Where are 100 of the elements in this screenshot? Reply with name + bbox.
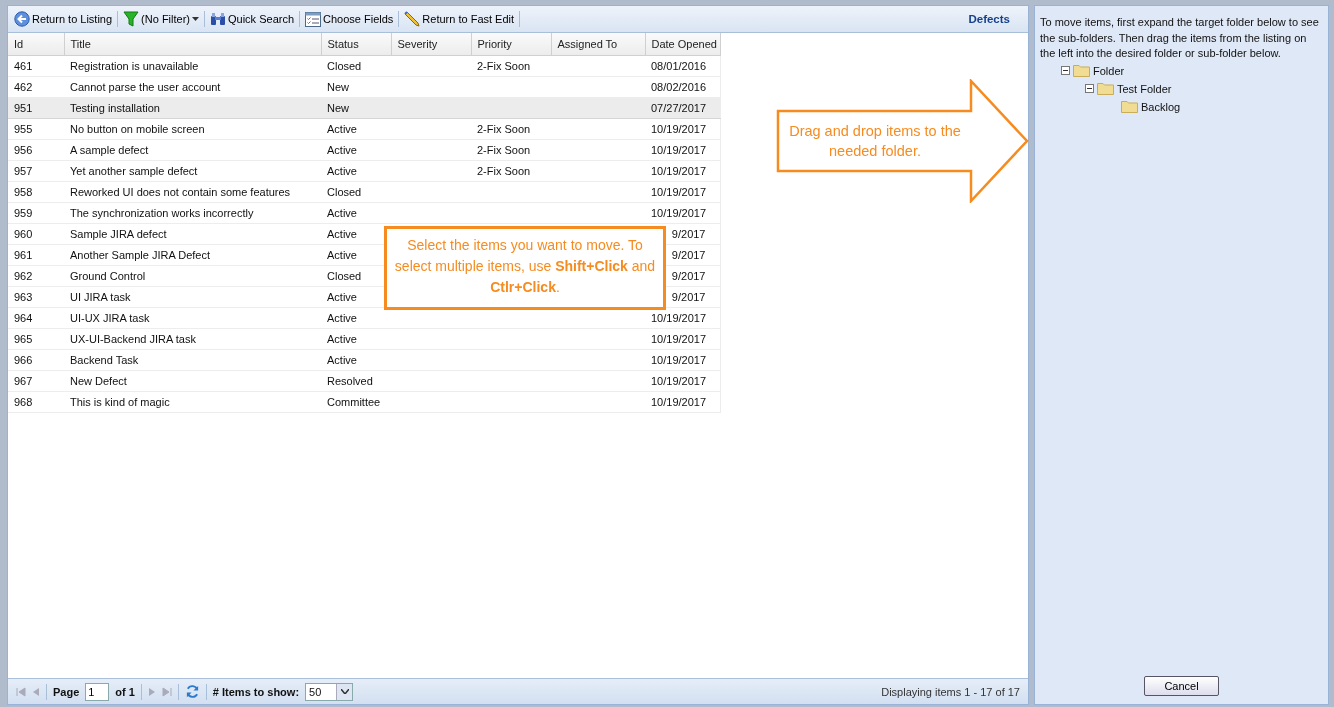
table-row[interactable]: 957 Yet another sample defect Active 2-Fix Soon 10/19/2017 <box>8 160 720 181</box>
table-cell: Sample JIRA defect <box>70 227 167 240</box>
column-header[interactable]: Date Opened <box>645 33 720 55</box>
previous-page-icon[interactable] <box>32 686 40 697</box>
toolbar-button[interactable]: Return to Fast Edit <box>402 8 517 30</box>
table-row[interactable]: 959 The synchronization works incorrectly Active 10/19/2017 <box>8 202 720 223</box>
table-cell: 960 <box>14 227 33 240</box>
toolbar-button[interactable]: Return to Listing <box>12 8 115 30</box>
table-cell: 10/19/2017 <box>651 332 707 345</box>
table-cell: 964 <box>14 311 33 324</box>
drag-hint-text: Drag and drop items to the needed folder. <box>788 122 962 161</box>
next-page-icon[interactable] <box>147 686 156 697</box>
cancel-button[interactable]: Cancel <box>1144 676 1219 696</box>
folder-label[interactable]: Test Folder <box>1117 82 1172 95</box>
table-row[interactable]: 966 Backend Task Active 10/19/2017 <box>8 349 720 370</box>
toolbar-button[interactable]: (No Filter) <box>121 8 201 30</box>
table-cell: New <box>327 80 349 93</box>
table-row[interactable]: 967 New Defect Resolved 10/19/2017 <box>8 370 720 391</box>
table-cell: 967 <box>14 374 33 387</box>
funnel-icon <box>123 11 140 27</box>
table-cell: 9/2017 <box>671 227 706 240</box>
table-cell: 08/02/2016 <box>651 80 707 93</box>
display-count: Displaying items 1 - 17 of 17 <box>881 685 1020 698</box>
pencil-icon <box>404 11 421 27</box>
table-cell: 10/19/2017 <box>651 353 707 366</box>
first-page-icon[interactable] <box>16 686 26 697</box>
table-cell: Closed <box>327 59 362 72</box>
table-cell: Yet another sample defect <box>70 164 198 177</box>
table-cell: 07/27/2017 <box>651 101 707 114</box>
folder-label[interactable]: Backlog <box>1141 100 1181 113</box>
table-cell: Resolved <box>327 374 373 387</box>
table-cell: Testing installation <box>70 101 160 114</box>
table-cell: 9/2017 <box>671 290 706 303</box>
table-cell: Active <box>327 143 357 156</box>
table-row[interactable]: 965 UX-UI-Backend JIRA task Active 10/19/2017 <box>8 328 720 349</box>
column-header[interactable]: Id <box>8 33 64 55</box>
column-header[interactable]: Priority <box>471 33 551 55</box>
table-cell: 08/01/2016 <box>651 59 707 72</box>
folder-label[interactable]: Folder <box>1093 64 1125 77</box>
table-cell: 10/19/2017 <box>651 164 707 177</box>
table-cell: 962 <box>14 269 33 282</box>
toolbar-button[interactable]: Choose Fields <box>303 8 396 30</box>
table-cell: Active <box>327 332 357 345</box>
last-page-icon[interactable] <box>161 686 172 697</box>
table-cell: Active <box>327 227 357 240</box>
table-cell: 959 <box>14 206 33 219</box>
table-row[interactable]: 955 No button on mobile screen Active 2-Fix Soon 10/19/2017 <box>8 118 720 139</box>
items-label: # Items to show: <box>212 685 300 698</box>
table-cell: Closed <box>327 269 362 282</box>
column-header[interactable]: Status <box>321 33 391 55</box>
table-cell: 956 <box>14 143 33 156</box>
table-cell: Ground Control <box>70 269 146 282</box>
table-row[interactable]: 956 A sample defect Active 2-Fix Soon 10/19/2017 <box>8 139 720 160</box>
toolbar-button[interactable]: Quick Search <box>208 8 297 30</box>
collapse-toggle[interactable] <box>1061 66 1070 75</box>
table-cell: 2-Fix Soon <box>477 122 531 135</box>
back-arrow-icon <box>14 11 30 27</box>
table-row[interactable]: 968 This is kind of magic Committee 10/19/2017 <box>8 391 720 412</box>
column-header[interactable]: Severity <box>391 33 471 55</box>
table-cell: 9/2017 <box>671 269 706 282</box>
table-cell: Registration is unavailable <box>70 59 199 72</box>
collapse-toggle[interactable] <box>1085 84 1094 93</box>
table-cell: 965 <box>14 332 33 345</box>
caret-icon <box>340 689 349 694</box>
column-header[interactable]: Title <box>64 33 321 55</box>
table-cell: Active <box>327 311 357 324</box>
table-row[interactable]: 462 Cannot parse the user account New 08/02/2016 <box>8 76 720 97</box>
table-cell: UI JIRA task <box>70 290 131 303</box>
table-cell: Closed <box>327 185 362 198</box>
table-cell: 10/19/2017 <box>651 206 707 219</box>
folder-icon <box>1073 64 1090 77</box>
items-dropdown[interactable]: 50 <box>305 682 354 701</box>
column-header[interactable]: Assigned To <box>551 33 645 55</box>
table-cell: 462 <box>14 80 33 93</box>
table-cell: 958 <box>14 185 33 198</box>
table-cell: No button on mobile screen <box>70 122 205 135</box>
table-row[interactable]: 951 Testing installation New 07/27/2017 <box>8 97 720 118</box>
page-count: of 1 <box>115 685 135 698</box>
table-cell: 2-Fix Soon <box>477 164 531 177</box>
table-cell: This is kind of magic <box>70 395 170 408</box>
table-cell: 10/19/2017 <box>651 374 707 387</box>
table-cell: 10/19/2017 <box>651 185 707 198</box>
table-cell: 961 <box>14 248 33 261</box>
table-cell: UI-UX JIRA task <box>70 311 150 324</box>
table-cell: The synchronization works incorrectly <box>70 206 254 219</box>
table-cell: 2-Fix Soon <box>477 59 531 72</box>
page-field[interactable]: 1 <box>85 682 110 701</box>
page-label: Page <box>53 685 80 698</box>
refresh-icon[interactable] <box>184 684 200 699</box>
table-cell: Another Sample JIRA Defect <box>70 248 210 261</box>
table-row[interactable]: 958 Reworked UI does not contain some features Closed 10/19/2017 <box>8 181 720 202</box>
table-cell: Reworked UI does not contain some features <box>70 185 291 198</box>
table-cell: 461 <box>14 59 33 72</box>
table-cell: Active <box>327 122 357 135</box>
table-cell: Committee <box>327 395 381 408</box>
table-row[interactable]: 461 Registration is unavailable Closed 2-Fix Soon 08/01/2016 <box>8 55 720 76</box>
table-cell: 10/19/2017 <box>651 311 707 324</box>
table-cell: 951 <box>14 101 33 114</box>
table-cell: New Defect <box>70 374 127 387</box>
instructions-text: To move items, first expand the target folder below to see the sub-folders. Then drag the items from the listing on the left into the desired folder or sub-folder below. <box>1040 15 1320 61</box>
